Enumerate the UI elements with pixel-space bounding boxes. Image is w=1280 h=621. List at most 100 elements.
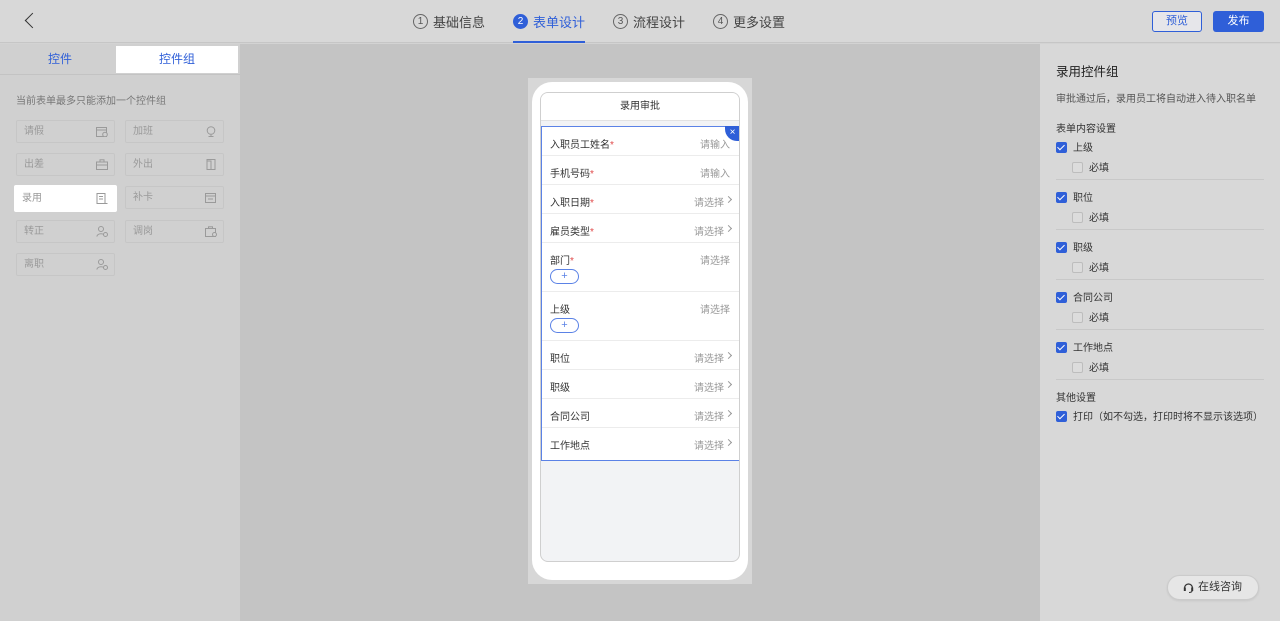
checkbox-checked-icon: [1056, 192, 1067, 203]
tab-control-groups[interactable]: 控件组: [116, 46, 238, 73]
divider: [1056, 179, 1264, 180]
checkbox-contract-company-required[interactable]: 必填: [1072, 309, 1109, 324]
consult-label: 在线咨询: [1198, 581, 1242, 593]
field-placeholder: 请选择: [694, 441, 724, 452]
control-label: 加班: [133, 126, 153, 137]
checkbox-unchecked-icon: [1072, 212, 1083, 223]
field-department[interactable]: 部门* 请选择 +: [542, 243, 739, 292]
field-placeholder: 请选择: [694, 227, 724, 238]
checkbox-work-location-required[interactable]: 必填: [1072, 359, 1109, 374]
other-section-title: 其他设置: [1056, 393, 1096, 404]
control-regularization[interactable]: 转正: [16, 220, 115, 243]
control-go-out[interactable]: 外出: [125, 153, 224, 176]
step-form-design[interactable]: 2 表单设计: [513, 0, 586, 43]
control-label: 出差: [24, 159, 44, 170]
field-label: 入职员工姓名*: [550, 136, 614, 151]
field-placeholder: 请选择: [694, 198, 724, 209]
preview-button[interactable]: 预览: [1152, 11, 1202, 32]
field-phone[interactable]: 手机号码* 请输入: [542, 156, 739, 185]
control-leave[interactable]: 请假: [16, 120, 115, 143]
tab-controls[interactable]: 控件: [0, 46, 120, 73]
step-label: 表单设计: [533, 15, 586, 30]
checkbox-checked-icon: [1056, 142, 1067, 153]
controls-tabs: 控件 控件组: [0, 46, 240, 73]
transfer-icon: [205, 226, 217, 237]
checkbox-print[interactable]: 打印（如不勾选，打印时将不显示该选项）: [1056, 408, 1263, 423]
checkbox-rank[interactable]: 职级: [1056, 239, 1093, 254]
add-superior-button[interactable]: +: [550, 318, 579, 333]
field-entry-date[interactable]: 入职日期* 请选择: [542, 185, 739, 214]
headset-icon: [1183, 583, 1194, 593]
checkbox-checked-icon: [1056, 411, 1067, 422]
control-resignation[interactable]: 离职: [16, 253, 115, 276]
user-icon: [96, 259, 108, 270]
field-label: 雇员类型*: [550, 223, 594, 238]
required-mark: *: [590, 198, 594, 209]
controls-hint: 当前表单最多只能添加一个控件组: [16, 96, 166, 107]
checkbox-checked-icon: [1056, 242, 1067, 253]
step-label: 基础信息: [433, 15, 486, 30]
checkbox-rank-required[interactable]: 必填: [1072, 259, 1109, 274]
control-overtime[interactable]: 加班: [125, 120, 224, 143]
field-contract-company[interactable]: 合同公司 请选择: [542, 399, 739, 428]
checkbox-label: 工作地点: [1073, 343, 1113, 354]
checkbox-label: 合同公司: [1073, 293, 1113, 304]
control-missed-punch[interactable]: 补卡: [125, 186, 224, 209]
control-hire[interactable]: 录用: [14, 185, 117, 212]
checkbox-position-required[interactable]: 必填: [1072, 209, 1109, 224]
top-bar: 1 基础信息 2 表单设计 3 流程设计 4 更多设置 预览 发布: [0, 0, 1280, 43]
publish-button[interactable]: 发布: [1213, 11, 1264, 32]
checkbox-label: 必填: [1089, 263, 1109, 274]
checkbox-unchecked-icon: [1072, 162, 1083, 173]
field-superior[interactable]: 上级 请选择 +: [542, 292, 739, 341]
phone-body: 录用审批 × 入职员工姓名* 请输入 手机号码* 请输入 入职日期* 请选择 雇…: [532, 82, 748, 580]
field-rank[interactable]: 职级 请选择: [542, 370, 739, 399]
document-icon: [96, 193, 108, 204]
field-placeholder: 请输入: [700, 169, 730, 180]
checkbox-label: 必填: [1089, 163, 1109, 174]
field-position[interactable]: 职位 请选择: [542, 341, 739, 370]
chevron-right-icon: [724, 380, 733, 389]
checkbox-contract-company[interactable]: 合同公司: [1056, 289, 1113, 304]
control-label: 补卡: [133, 192, 153, 203]
calendar-icon: [96, 127, 108, 137]
field-employee-type[interactable]: 雇员类型* 请选择: [542, 214, 739, 243]
checkbox-position[interactable]: 职位: [1056, 189, 1093, 204]
controls-panel: 控件 控件组 当前表单最多只能添加一个控件组 请假 加班 出差 外出 录用 补卡…: [0, 44, 240, 621]
step-number: 2: [513, 14, 529, 29]
field-employee-name[interactable]: 入职员工姓名* 请输入: [542, 127, 739, 156]
field-label: 手机号码*: [550, 165, 594, 180]
back-arrow-icon[interactable]: [22, 11, 42, 31]
checkbox-superior-required[interactable]: 必填: [1072, 159, 1109, 174]
control-business-trip[interactable]: 出差: [16, 153, 115, 176]
briefcase-icon: [96, 159, 108, 170]
step-number: 3: [613, 14, 629, 29]
required-mark: *: [590, 227, 594, 238]
step-flow-design[interactable]: 3 流程设计: [613, 0, 685, 43]
online-consult-button[interactable]: 在线咨询: [1167, 575, 1259, 600]
field-label: 合同公司: [550, 412, 590, 423]
field-work-location[interactable]: 工作地点 请选择: [542, 428, 739, 457]
required-mark: *: [610, 140, 614, 151]
phone-screen: 录用审批 × 入职员工姓名* 请输入 手机号码* 请输入 入职日期* 请选择 雇…: [540, 92, 740, 562]
checkbox-label: 必填: [1089, 363, 1109, 374]
control-label: 外出: [133, 159, 153, 170]
control-label: 请假: [24, 126, 44, 137]
step-number: 1: [413, 14, 428, 29]
divider: [1056, 329, 1264, 330]
panel-title: 录用控件组: [1056, 65, 1119, 79]
checkbox-superior[interactable]: 上级: [1056, 139, 1093, 154]
hire-control-group[interactable]: × 入职员工姓名* 请输入 手机号码* 请输入 入职日期* 请选择 雇员类型* …: [541, 126, 739, 461]
control-label: 离职: [24, 259, 44, 270]
step-basic-info[interactable]: 1 基础信息: [413, 0, 485, 43]
step-number: 4: [713, 14, 729, 29]
control-transfer[interactable]: 调岗: [125, 220, 224, 243]
properties-panel: 录用控件组 审批通过后，录用员工将自动进入待入职名单 表单内容设置 上级 必填 …: [1040, 44, 1280, 621]
checkbox-work-location[interactable]: 工作地点: [1056, 339, 1113, 354]
required-mark: *: [570, 256, 574, 267]
step-more-settings[interactable]: 4 更多设置: [713, 0, 785, 43]
add-department-button[interactable]: +: [550, 269, 579, 284]
field-label-text: 入职日期: [550, 198, 590, 209]
content-section-title: 表单内容设置: [1056, 124, 1116, 135]
panel-description: 审批通过后，录用员工将自动进入待入职名单: [1056, 94, 1256, 105]
